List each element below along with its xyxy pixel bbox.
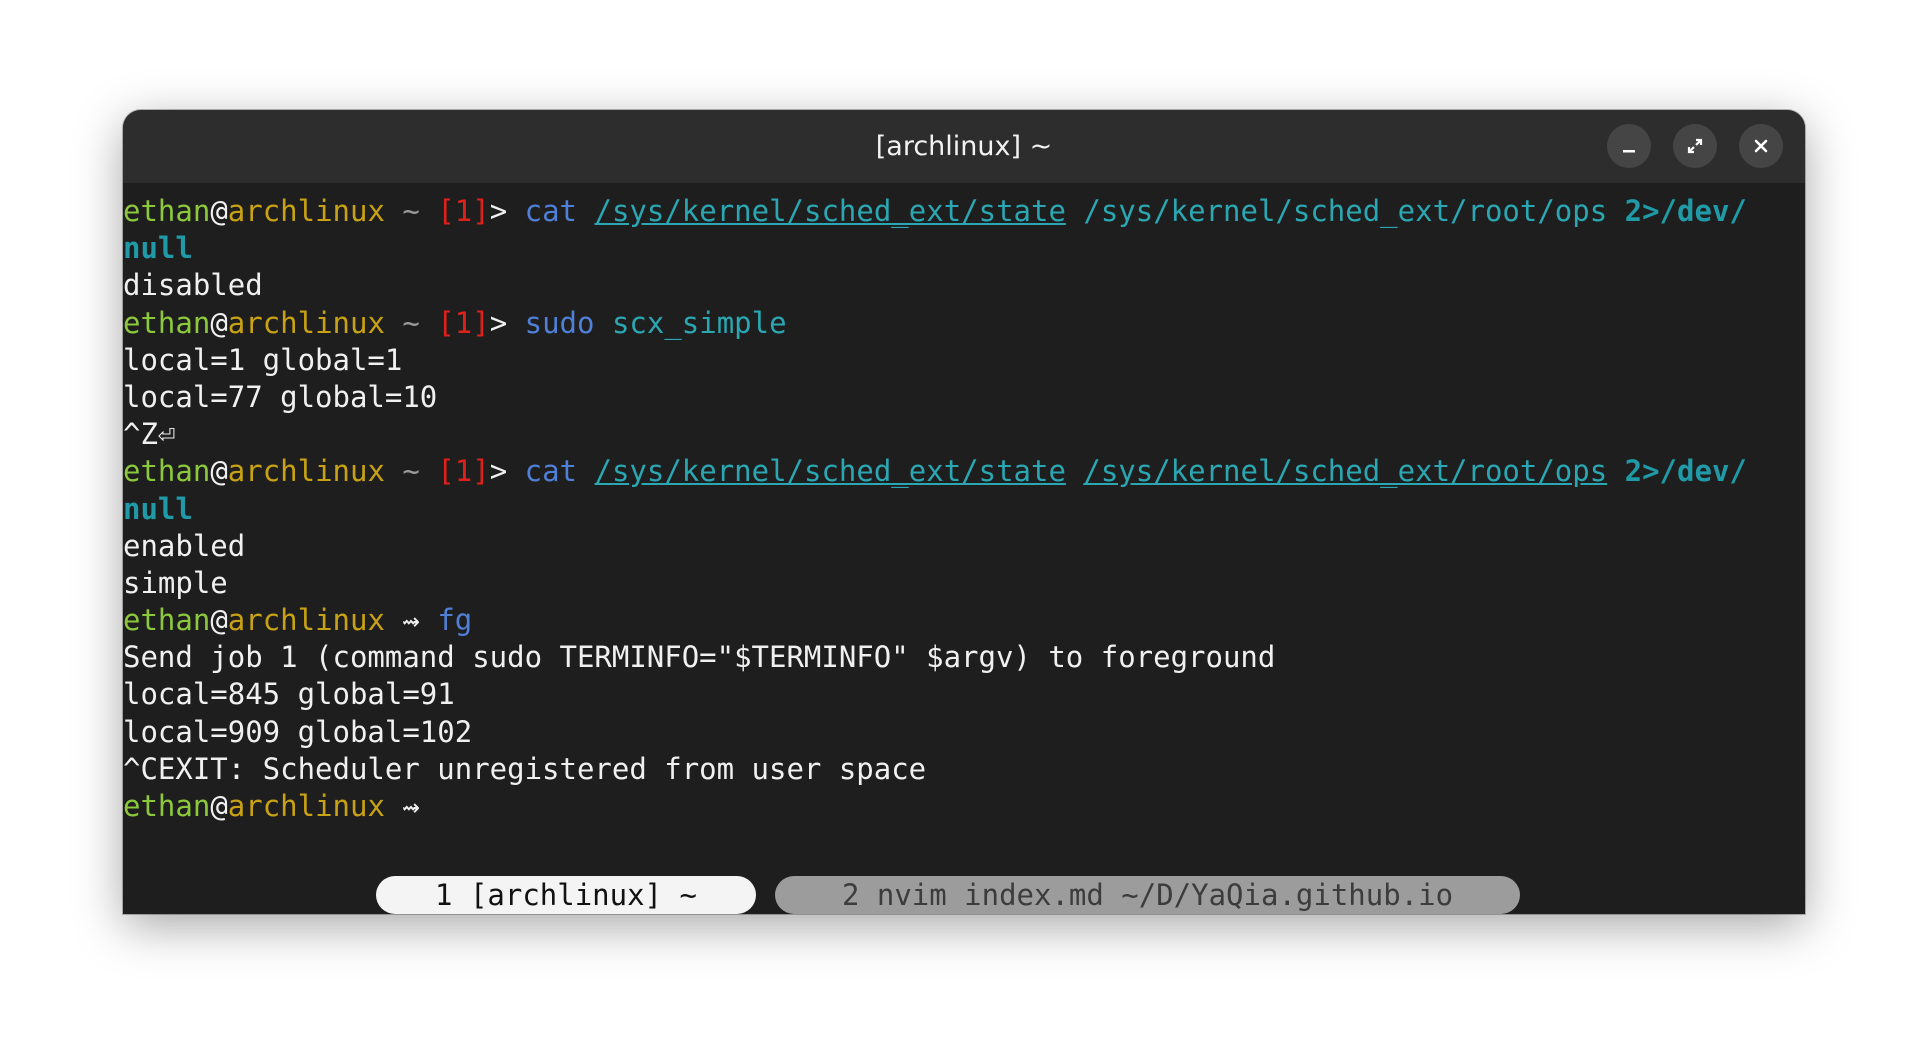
prompt-arrow-icon: ⇝: [402, 603, 420, 638]
prompt-user: ethan: [123, 603, 211, 638]
command-arg: /sys/kernel/sched_ext/root/ops: [1083, 194, 1608, 228]
prompt-user: ethan: [123, 789, 211, 823]
prompt-at: @: [210, 789, 228, 823]
prompt-at: @: [210, 454, 228, 489]
prompt-line: ethan@archlinux ~ [1]> sudo scx_simple: [123, 305, 787, 340]
prompt-line: ethan@archlinux ~ [1]> cat /sys/kernel/s…: [123, 194, 1747, 228]
output-line: simple: [123, 565, 228, 600]
command: cat: [524, 194, 578, 228]
command: fg: [437, 603, 473, 638]
maximize-icon: [1687, 138, 1703, 154]
minimize-icon: [1623, 150, 1635, 153]
prompt-cwd: ~: [402, 194, 420, 228]
prompt-at: @: [210, 305, 228, 340]
maximize-button[interactable]: [1673, 124, 1717, 168]
command-arg: scx_simple: [611, 305, 787, 340]
minimize-button[interactable]: [1607, 124, 1651, 168]
close-button[interactable]: [1739, 124, 1783, 168]
output-line: ^CEXIT: Scheduler unregistered from user…: [123, 751, 927, 786]
tmux-status-bar: 1 [archlinux] ~ 2 nvim index.md ~/D/YaQi…: [123, 876, 1805, 914]
prompt-line: ethan@archlinux ⇝ fg: [123, 602, 1805, 639]
prompt-cwd: ~: [402, 454, 420, 489]
terminal-window: [archlinux] ~ ethan@archlinux ~ [1]> cat…: [123, 110, 1805, 914]
output-line: local=845 global=91: [123, 677, 455, 712]
output-line: local=77 global=10: [123, 379, 438, 414]
window-title: [archlinux] ~: [875, 131, 1053, 162]
wrapped-line: null: [123, 491, 193, 526]
prompt-user: ethan: [123, 305, 211, 340]
prompt-host: archlinux: [227, 603, 385, 638]
output-line: ^Z⏎: [123, 417, 176, 452]
prompt-at: @: [210, 603, 228, 638]
prompt-status: [1]: [437, 305, 490, 340]
prompt-cwd: ~: [402, 305, 420, 340]
command-arg: /sys/kernel/sched_ext/state: [594, 454, 1066, 489]
prompt-status: [1]: [437, 454, 490, 489]
command: cat: [524, 454, 578, 489]
prompt-at: @: [210, 194, 228, 228]
command-arg: /sys/kernel/sched_ext/state: [594, 194, 1066, 228]
prompt-host: archlinux: [227, 454, 385, 489]
tab-nvim[interactable]: 2 nvim index.md ~/D/YaQia.github.io: [775, 876, 1520, 914]
output-line: disabled: [123, 268, 263, 303]
tab-archlinux[interactable]: 1 [archlinux] ~: [376, 876, 756, 914]
wrapped-line: null: [123, 231, 193, 266]
prompt-host: archlinux: [227, 789, 385, 823]
prompt-host: archlinux: [227, 305, 385, 340]
prompt-line: ethan@archlinux ~ [1]> cat /sys/kernel/s…: [123, 454, 1747, 489]
command-redirect: 2>/dev/: [1624, 454, 1747, 489]
title-bar[interactable]: [archlinux] ~: [123, 110, 1805, 183]
command-redirect: 2>/dev/: [1624, 194, 1747, 228]
prompt-arrow-icon: ⇝: [402, 789, 420, 823]
close-icon: [1754, 139, 1768, 153]
output-line: enabled: [123, 528, 246, 563]
output-line: local=1 global=1: [123, 342, 403, 377]
prompt-status: [1]: [437, 194, 490, 228]
output-line: Send job 1 (command sudo TERMINFO="$TERM…: [123, 640, 1276, 675]
prompt-host: archlinux: [227, 194, 385, 228]
command: sudo: [524, 305, 595, 340]
prompt-user: ethan: [123, 194, 211, 228]
terminal-output[interactable]: ethan@archlinux ~ [1]> cat /sys/kernel/s…: [123, 193, 1805, 914]
prompt-user: ethan: [123, 454, 211, 489]
command-arg: /sys/kernel/sched_ext/root/ops: [1083, 454, 1608, 489]
output-line: local=909 global=102: [123, 714, 473, 749]
window-controls: [1607, 124, 1783, 168]
prompt-line[interactable]: ethan@archlinux ⇝: [123, 788, 1805, 825]
